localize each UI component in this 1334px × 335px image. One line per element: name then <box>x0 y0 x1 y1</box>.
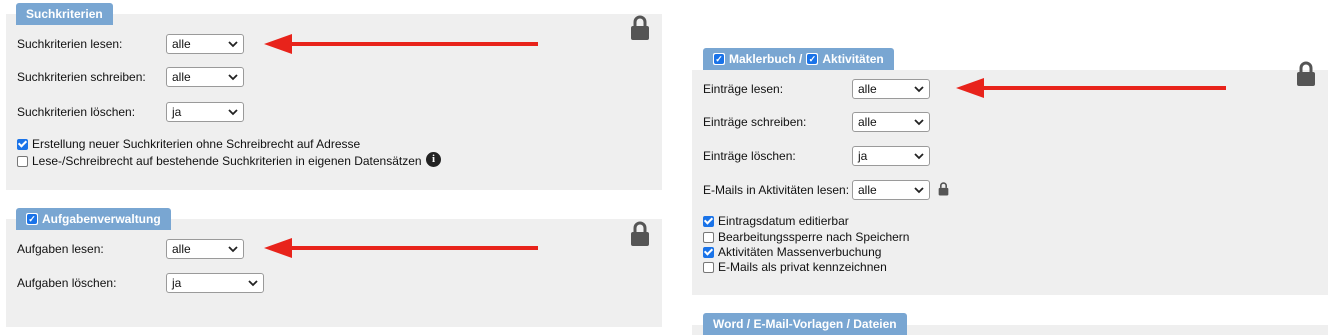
tab-label: Word / E-Mail-Vorlagen / Dateien <box>713 317 897 331</box>
checkbox-box[interactable] <box>17 138 28 150</box>
checkbox-box[interactable] <box>703 215 714 227</box>
select-suchkriterien-loeschen[interactable]: ja <box>166 102 244 122</box>
arrow-annotation <box>264 34 538 54</box>
tab-checkbox-aktivitaeten[interactable]: ✓ <box>806 53 819 65</box>
chevron-down-icon <box>914 187 924 194</box>
label-eintraege-lesen: Einträge lesen: <box>703 82 784 96</box>
chevron-down-icon <box>228 109 238 116</box>
select-suchkriterien-lesen[interactable]: alle <box>166 34 244 54</box>
label-eintraege-schreiben: Einträge schreiben: <box>703 115 807 129</box>
select-aufgaben-loeschen[interactable]: ja <box>166 273 264 293</box>
checkbox-box[interactable] <box>703 261 714 273</box>
checkbox-box[interactable] <box>17 155 28 167</box>
chevron-down-icon <box>228 74 238 81</box>
select-eintraege-schreiben[interactable]: alle <box>852 112 930 132</box>
checkbox-box[interactable] <box>703 231 714 243</box>
checkbox-erstellung-neuer-suchkriterien[interactable]: Erstellung neuer Suchkriterien ohne Schr… <box>17 137 360 151</box>
checkbox-box[interactable] <box>703 246 714 258</box>
tab-label-aktivitaeten: Aktivitäten <box>822 52 884 66</box>
tab-label: Suchkriterien <box>26 7 103 21</box>
label-aufgaben-loeschen: Aufgaben löschen: <box>17 276 117 290</box>
tab-aufgabenverwaltung[interactable]: ✓ Aufgabenverwaltung <box>16 208 171 230</box>
arrow-annotation <box>264 238 538 258</box>
checkbox-eintragsdatum-editierbar[interactable]: Eintragsdatum editierbar <box>703 214 849 228</box>
info-icon[interactable]: i <box>426 152 441 167</box>
select-emails-aktivitaeten-lesen[interactable]: alle <box>852 180 930 200</box>
select-suchkriterien-schreiben[interactable]: alle <box>166 67 244 87</box>
tab-suchkriterien[interactable]: Suchkriterien <box>16 3 113 25</box>
tab-checkbox-maklerbuch[interactable]: ✓ <box>713 53 725 65</box>
select-eintraege-loeschen[interactable]: ja <box>852 146 930 166</box>
label-suchkriterien-lesen: Suchkriterien lesen: <box>17 37 123 51</box>
chevron-down-icon <box>228 246 238 253</box>
label-suchkriterien-loeschen: Suchkriterien löschen: <box>17 105 136 119</box>
label-suchkriterien-schreiben: Suchkriterien schreiben: <box>17 70 146 84</box>
lock-icon[interactable] <box>630 15 650 41</box>
chevron-down-icon <box>914 86 924 93</box>
checkbox-lese-schreibrecht[interactable]: Lese-/Schreibrecht auf bestehende Suchkr… <box>17 154 422 168</box>
tab-maklerbuch-aktivitaeten[interactable]: ✓ Maklerbuch / ✓ Aktivitäten <box>703 48 894 70</box>
label-aufgaben-lesen: Aufgaben lesen: <box>17 242 104 256</box>
chevron-down-icon <box>914 119 924 126</box>
checkbox-aktivitaeten-massenverbuchung[interactable]: Aktivitäten Massenverbuchung <box>703 245 881 259</box>
chevron-down-icon <box>914 153 924 160</box>
lock-icon[interactable] <box>630 221 650 247</box>
arrow-annotation <box>956 78 1226 98</box>
label-emails-aktivitaeten-lesen: E-Mails in Aktivitäten lesen: <box>703 183 850 197</box>
tab-label-maklerbuch: Maklerbuch / <box>729 52 803 66</box>
lock-icon[interactable] <box>1296 61 1316 87</box>
lock-icon[interactable] <box>938 182 949 196</box>
checkbox-bearbeitungssperre[interactable]: Bearbeitungssperre nach Speichern <box>703 230 909 244</box>
tab-checkbox[interactable]: ✓ <box>26 213 38 225</box>
chevron-down-icon <box>228 41 238 48</box>
tab-label: Aufgabenverwaltung <box>42 212 161 226</box>
checkbox-emails-privat[interactable]: E-Mails als privat kennzeichnen <box>703 260 887 274</box>
chevron-down-icon <box>248 280 258 287</box>
select-eintraege-lesen[interactable]: alle <box>852 79 930 99</box>
label-eintraege-loeschen: Einträge löschen: <box>703 149 796 163</box>
tab-word-email-vorlagen-dateien[interactable]: Word / E-Mail-Vorlagen / Dateien <box>703 313 907 335</box>
select-aufgaben-lesen[interactable]: alle <box>166 239 244 259</box>
